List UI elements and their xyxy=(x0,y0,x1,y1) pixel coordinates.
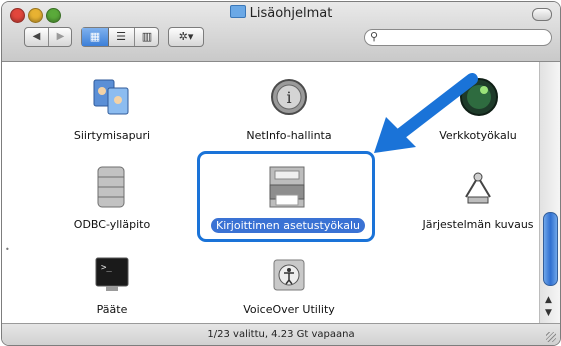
resize-handle-icon[interactable] xyxy=(546,332,556,342)
item-label: Siirtymisapuri xyxy=(73,129,151,142)
column-view-button[interactable]: ▥ xyxy=(134,28,160,46)
back-button[interactable]: ◀ xyxy=(25,28,49,46)
app-item-migration[interactable]: Siirtymisapuri xyxy=(52,76,172,146)
status-text: 1/23 valittu, 4.23 Gt vapaana xyxy=(207,329,355,340)
annotation-arrow-icon xyxy=(374,73,478,153)
forward-button[interactable]: ▶ xyxy=(49,28,72,46)
item-label: Järjestelmän kuvaus xyxy=(422,218,534,231)
netinfo-icon: i xyxy=(271,79,307,115)
odbc-icon xyxy=(97,166,125,208)
scroll-up-arrow-icon[interactable]: ▲ xyxy=(545,295,552,305)
migration-assistant-icon xyxy=(93,79,129,115)
back-forward-group: ◀ ▶ xyxy=(24,27,72,47)
item-label: VoiceOver Utility xyxy=(243,303,335,316)
icon-view-button[interactable]: ▦ xyxy=(82,28,109,46)
vertical-scrollbar[interactable]: ▲ ▼ xyxy=(539,62,560,323)
item-label: Pääte xyxy=(96,303,128,316)
app-item-netinfo[interactable]: i NetInfo-hallinta xyxy=(229,76,349,146)
app-item-terminal[interactable]: >_ Pääte xyxy=(52,254,172,320)
status-bar: 1/23 valittu, 4.23 Gt vapaana xyxy=(2,323,560,345)
system-profiler-icon xyxy=(465,172,491,204)
svg-text:>_: >_ xyxy=(101,263,112,273)
scroll-indicator: • xyxy=(5,245,10,254)
folder-icon xyxy=(229,5,246,18)
search-input[interactable] xyxy=(383,31,547,46)
voiceover-icon xyxy=(273,259,305,291)
app-item-odbc[interactable]: ODBC-ylläpito xyxy=(52,165,172,235)
search-field[interactable]: ⚲ xyxy=(364,29,552,46)
app-item-system-profiler[interactable]: Järjestelmän kuvaus xyxy=(418,165,538,235)
terminal-icon: >_ xyxy=(95,257,129,291)
view-mode-group: ▦ ☰ ▥ xyxy=(81,27,159,47)
list-view-button[interactable]: ☰ xyxy=(108,28,135,46)
item-label: ODBC-ylläpito xyxy=(73,218,151,231)
annotation-highlight-box xyxy=(197,151,375,242)
window-title: Lisäohjelmat xyxy=(2,5,560,21)
svg-text:i: i xyxy=(286,88,291,107)
action-menu-button[interactable]: ✲▾ xyxy=(168,27,204,47)
title-bar: Lisäohjelmat ◀ ▶ ▦ ☰ ▥ ✲▾ ⚲ xyxy=(2,2,560,62)
toolbar-toggle-button[interactable] xyxy=(532,8,552,21)
search-icon: ⚲ xyxy=(370,30,379,43)
scroll-down-arrow-icon[interactable]: ▼ xyxy=(545,308,552,318)
item-label: NetInfo-hallinta xyxy=(246,129,332,142)
app-item-voiceover[interactable]: VoiceOver Utility xyxy=(229,254,349,320)
scroll-thumb[interactable] xyxy=(543,212,558,286)
